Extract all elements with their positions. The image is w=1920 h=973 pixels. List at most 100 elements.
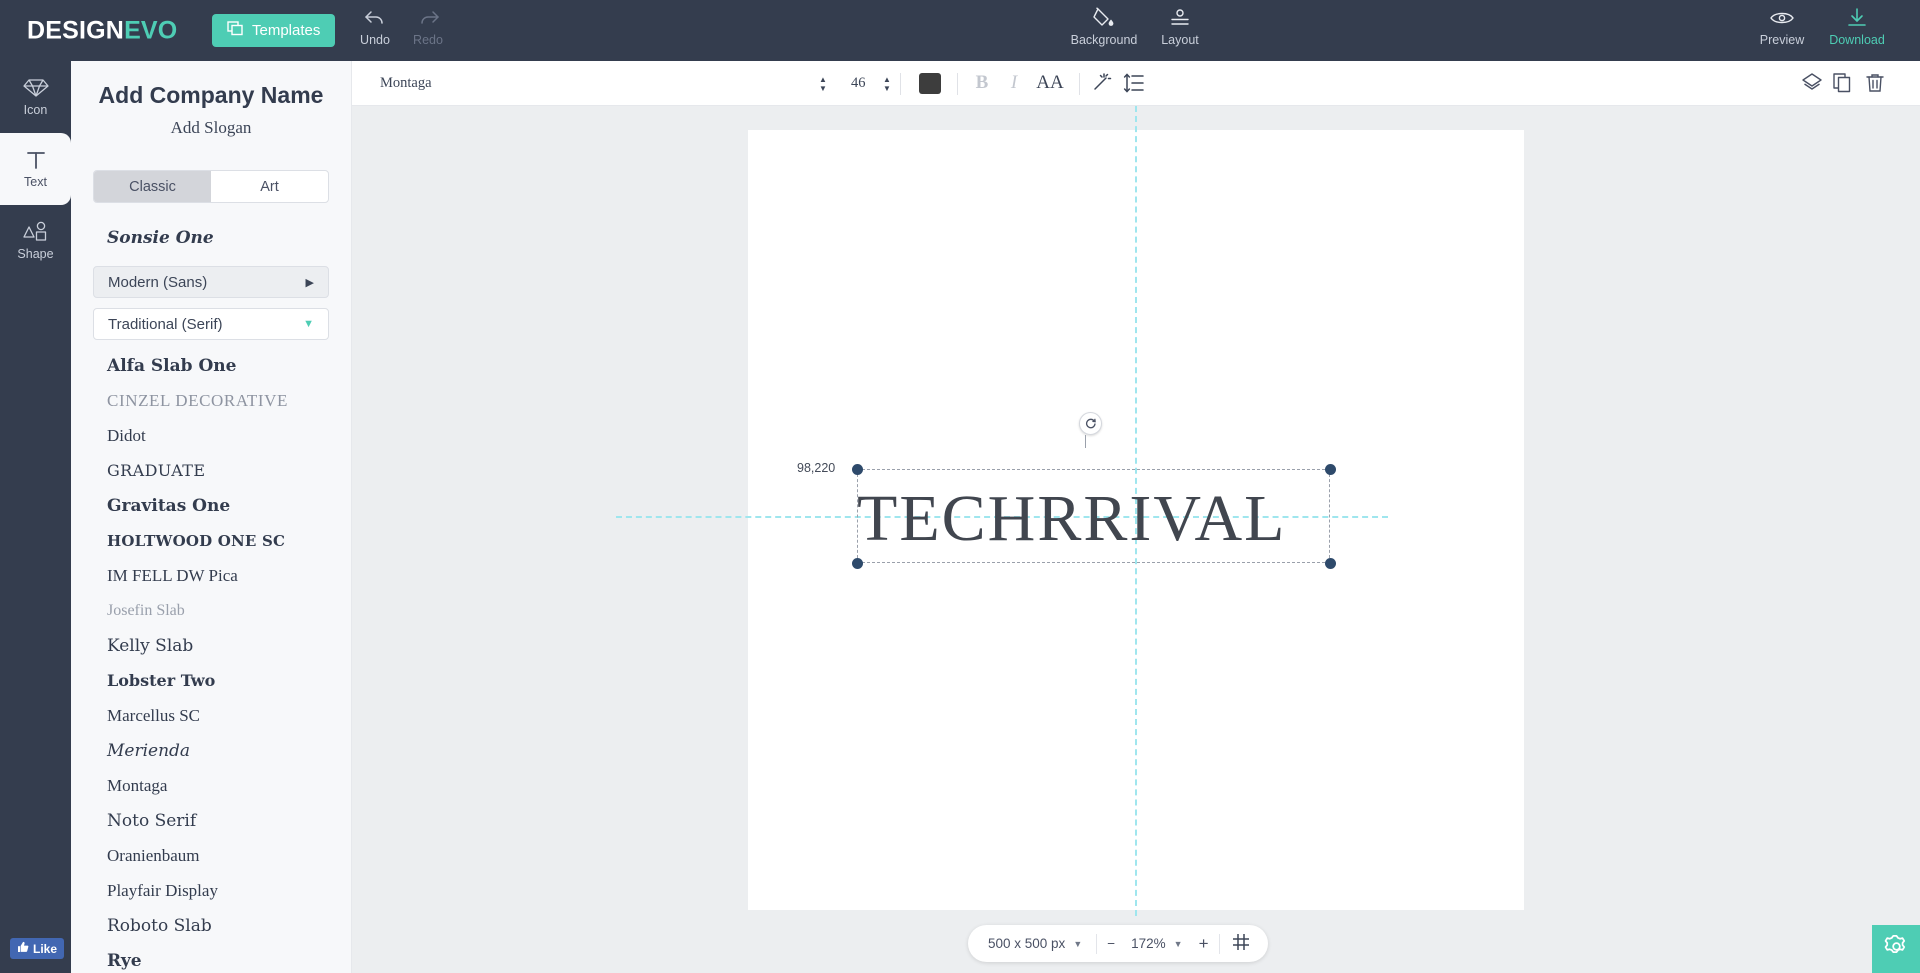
sidebar-item-icon[interactable]: Icon (0, 61, 71, 133)
paint-bucket-icon (1092, 6, 1116, 30)
layers-icon[interactable] (1801, 72, 1823, 99)
undo-icon (364, 6, 387, 30)
logo-text-primary: DESIGN (27, 16, 125, 44)
trash-icon[interactable] (1864, 72, 1886, 99)
font-group-modern-sans[interactable]: Modern (Sans) ▶ (93, 266, 329, 298)
tab-classic[interactable]: Classic (94, 171, 211, 202)
stepper-up-icon: ▲ (883, 75, 891, 84)
gem-icon (22, 77, 49, 99)
font-item-sonsie-one[interactable]: Sonsie One (71, 217, 351, 259)
gear-icon (1884, 934, 1909, 964)
rotate-handle-stem (1085, 435, 1086, 448)
rotate-handle-icon[interactable] (1079, 412, 1102, 435)
stepper-down-icon: ▼ (883, 84, 891, 93)
chevron-down-icon: ▼ (1173, 938, 1183, 949)
font-item-alfa-slab-one[interactable]: Alfa Slab One (71, 348, 351, 383)
magic-wand-icon[interactable] (1090, 72, 1112, 94)
duplicate-icon[interactable] (1832, 72, 1854, 99)
download-label: Download (1829, 33, 1885, 47)
top-toolbar: DESIGNEVO Templates Undo Redo Background… (0, 0, 1920, 61)
templates-button[interactable]: Templates (212, 14, 336, 47)
toolbar-divider (900, 73, 901, 95)
zoom-in-button[interactable]: + (1189, 934, 1219, 954)
toolbar-divider (957, 73, 958, 95)
font-item-montaga[interactable]: Montaga (71, 768, 351, 803)
redo-icon (417, 6, 440, 30)
object-coordinates-label: 98,220 (797, 461, 836, 475)
redo-button[interactable]: Redo (395, 6, 461, 47)
text-t-icon (25, 149, 47, 171)
app-logo[interactable]: DESIGNEVO (27, 16, 177, 45)
shapes-icon (22, 221, 49, 243)
tab-art[interactable]: Art (211, 171, 328, 202)
font-item-kelly-slab[interactable]: Kelly Slab (71, 628, 351, 663)
text-panel: Add Company Name Add Slogan Classic Art … (71, 61, 352, 973)
undo-label: Undo (360, 33, 390, 47)
selection-handle-top-right[interactable] (1325, 464, 1336, 475)
font-item-marcellus-sc[interactable]: Marcellus SC (71, 698, 351, 733)
canvas-stage[interactable]: TECHRRIVAL 98,220 (352, 106, 1920, 973)
font-item-noto-serif[interactable]: Noto Serif (71, 803, 351, 838)
font-item-graduate[interactable]: GRADUATE (71, 453, 351, 488)
font-item-oranienbaum[interactable]: Oranienbaum (71, 838, 351, 873)
font-item-roboto-slab[interactable]: Roboto Slab (71, 908, 351, 943)
font-item-im-fell-dw-pica[interactable]: IM FELL DW Pica (71, 558, 351, 593)
grid-toggle-button[interactable] (1220, 933, 1262, 954)
facebook-like-label: Like (33, 941, 58, 956)
thumbs-up-icon (17, 941, 29, 956)
selection-handle-top-left[interactable] (852, 464, 863, 475)
stepper-up-icon: ▲ (819, 75, 827, 84)
settings-button[interactable] (1872, 925, 1920, 973)
zoom-out-button[interactable]: − (1097, 936, 1125, 951)
font-group-traditional-serif[interactable]: Traditional (Serif) ▼ (93, 308, 329, 340)
selection-handle-bottom-left[interactable] (852, 558, 863, 569)
font-item-holtwood-one-sc[interactable]: HOLTWOOD ONE SC (71, 523, 351, 558)
font-size-input[interactable]: 46 (851, 75, 866, 92)
font-list: Sonsie One Modern (Sans) ▶ Traditional (… (71, 217, 351, 973)
font-item-gravitas-one[interactable]: Gravitas One (71, 488, 351, 523)
font-family-stepper[interactable]: ▲ ▼ (819, 75, 827, 93)
font-item-playfair-display[interactable]: Playfair Display (71, 873, 351, 908)
line-spacing-icon[interactable] (1123, 72, 1145, 94)
download-button[interactable]: Download (1814, 6, 1900, 47)
add-slogan-item[interactable]: Add Slogan (71, 118, 351, 138)
download-icon (1846, 6, 1868, 30)
sidebar-item-text-label: Text (24, 175, 47, 189)
text-color-swatch[interactable] (919, 73, 941, 94)
add-company-name-item[interactable]: Add Company Name (71, 82, 351, 109)
font-item-cinzel-decorative[interactable]: CINZEL DECORATIVE (71, 383, 351, 418)
canvas-size-selector[interactable]: 500 x 500 px ▼ (974, 936, 1096, 951)
grid-icon (1232, 933, 1250, 954)
facebook-like-button[interactable]: Like (10, 938, 65, 959)
letter-case-button[interactable]: AA (1035, 72, 1065, 94)
layout-label: Layout (1161, 33, 1199, 47)
italic-button[interactable]: I (1002, 72, 1026, 94)
font-item-merienda[interactable]: Merienda (71, 733, 351, 768)
selection-handle-bottom-right[interactable] (1325, 558, 1336, 569)
eye-icon (1770, 6, 1794, 30)
font-family-selector[interactable]: Montaga (380, 75, 432, 92)
logo-text-accent: EVO (124, 16, 178, 44)
sidebar-item-shape[interactable]: Shape (0, 205, 71, 277)
toolbar-divider (1079, 73, 1080, 95)
bold-button[interactable]: B (970, 72, 994, 94)
text-format-toolbar: Montaga ▲ ▼ 46 ▲ ▼ B I AA (352, 61, 1920, 106)
font-item-lobster-two[interactable]: Lobster Two (71, 663, 351, 698)
layout-button[interactable]: Layout (1147, 6, 1213, 47)
sidebar-item-shape-label: Shape (17, 247, 54, 261)
font-group-modern-sans-label: Modern (Sans) (108, 273, 208, 291)
background-button[interactable]: Background (1061, 6, 1147, 47)
sidebar-item-icon-label: Icon (23, 103, 48, 117)
sidebar-item-text[interactable]: Text (0, 133, 71, 205)
preview-button[interactable]: Preview (1749, 6, 1815, 47)
font-category-tabs: Classic Art (93, 170, 329, 203)
font-item-didot[interactable]: Didot (71, 418, 351, 453)
layout-icon (1169, 6, 1191, 30)
zoom-level-selector[interactable]: 172% ▼ (1125, 936, 1188, 951)
font-item-josefin-slab[interactable]: Josefin Slab (71, 593, 351, 628)
templates-label: Templates (252, 22, 321, 39)
font-group-traditional-serif-label: Traditional (Serif) (108, 315, 223, 333)
font-item-rye[interactable]: Rye (71, 943, 351, 973)
font-size-stepper[interactable]: ▲ ▼ (883, 75, 891, 93)
stepper-down-icon: ▼ (819, 84, 827, 93)
